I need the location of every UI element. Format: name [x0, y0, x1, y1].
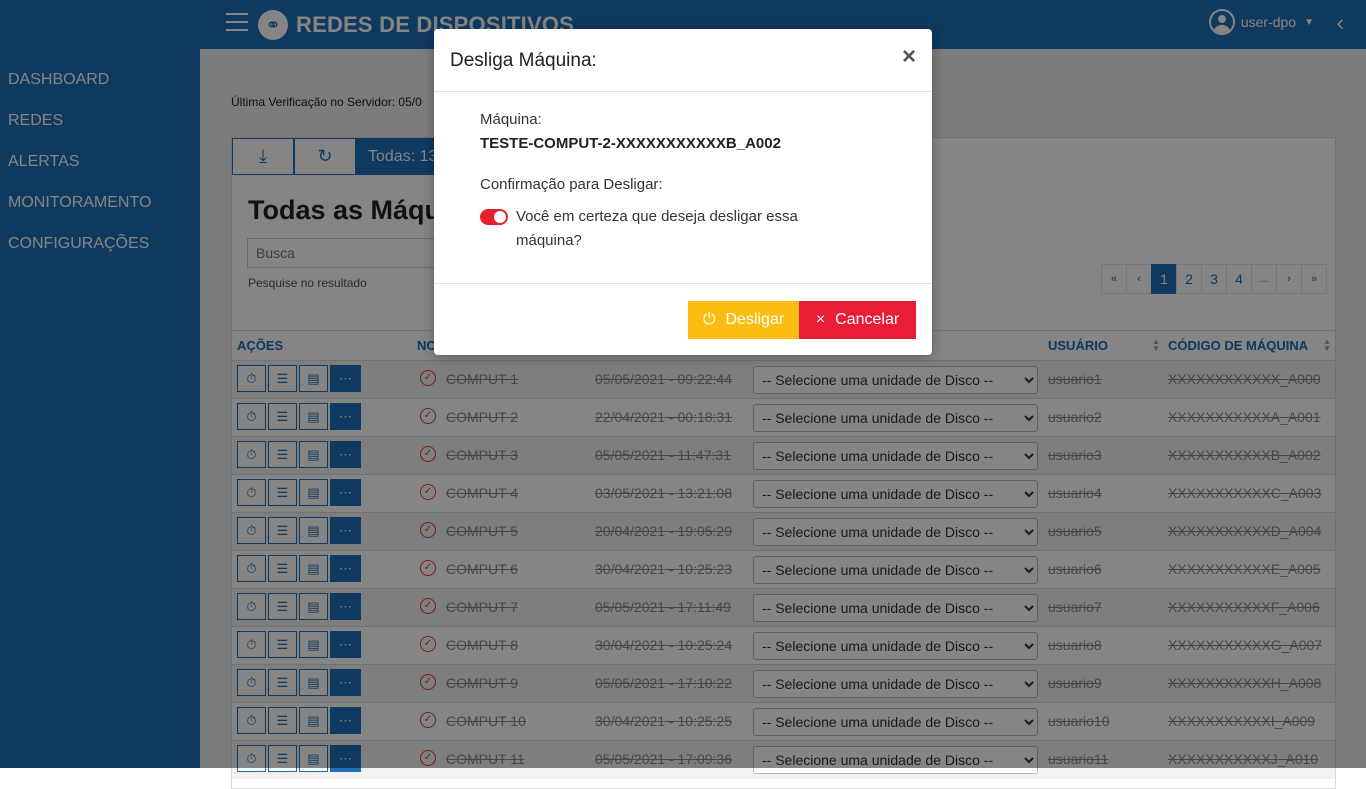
modal-title: Desliga Máquina:	[450, 50, 597, 71]
machine-label: Máquina:	[480, 111, 542, 128]
shutdown-modal: Desliga Máquina: × Máquina: TESTE-COMPUT…	[434, 29, 932, 355]
confirm-toggle[interactable]	[480, 209, 508, 225]
shutdown-button[interactable]: ⏻ Desligar	[688, 301, 799, 339]
close-icon[interactable]: ×	[902, 45, 916, 69]
shutdown-button-label: Desligar	[725, 311, 785, 328]
modal-header: Desliga Máquina: ×	[434, 29, 932, 92]
power-icon: ⏻	[702, 311, 716, 328]
modal-footer-divider	[434, 283, 932, 284]
toggle-knob	[494, 211, 506, 223]
close-icon: ×	[815, 311, 826, 328]
confirm-text: Você em certeza que deseja desligar essa…	[516, 208, 798, 249]
cancel-button-label: Cancelar	[835, 311, 900, 328]
cancel-button[interactable]: × Cancelar	[799, 301, 916, 339]
confirm-label: Confirmação para Desligar:	[480, 176, 663, 193]
machine-name: TESTE-COMPUT-2-XXXXXXXXXXXB_A002	[480, 135, 781, 152]
